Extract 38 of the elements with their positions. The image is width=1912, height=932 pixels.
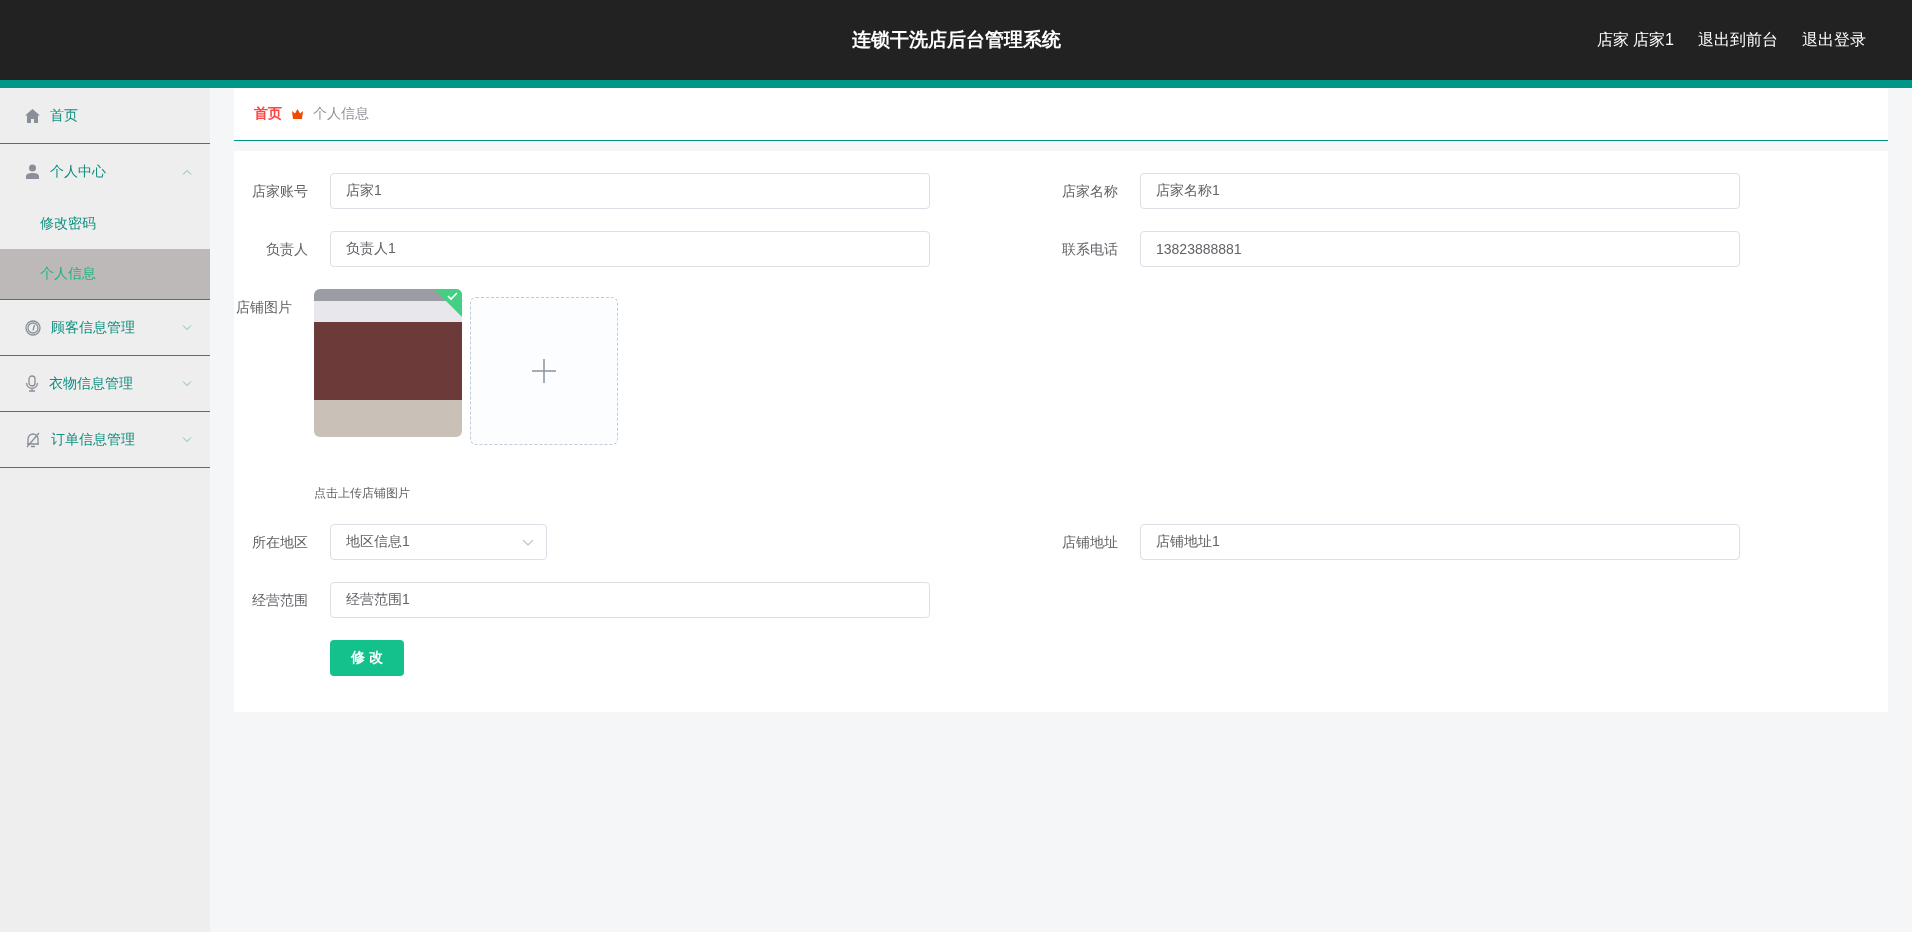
input-field[interactable]: 13823888881: [1140, 231, 1740, 267]
field-label: 所在地区: [251, 533, 309, 552]
input-field[interactable]: 店铺地址1: [1140, 524, 1740, 560]
submenu-item[interactable]: 修改密码: [0, 199, 210, 249]
bell-off-icon: [25, 431, 41, 448]
crown-icon: [292, 109, 303, 119]
field-label: 店家账号: [251, 182, 309, 201]
sidebar-item[interactable]: 订单信息管理: [0, 412, 210, 467]
header-link[interactable]: 退出到前台: [1698, 29, 1778, 51]
breadcrumb-link[interactable]: 首页: [254, 105, 282, 123]
plus-icon: [532, 359, 556, 383]
upload-hint: 点击上传店铺图片: [314, 485, 411, 502]
check-badge-icon: [434, 289, 462, 317]
caret-icon: [522, 538, 534, 546]
user-icon: [25, 164, 40, 179]
input-field[interactable]: 经营范围1: [330, 582, 930, 618]
home-icon: [25, 108, 40, 123]
input-field[interactable]: 店家名称1: [1140, 173, 1740, 209]
microphone-icon: [25, 375, 39, 392]
upload-box[interactable]: [470, 297, 618, 445]
field-label: 负责人: [265, 240, 309, 259]
header-link[interactable]: 店家 店家1: [1596, 29, 1674, 51]
sidebar-item[interactable]: 个人中心: [0, 144, 210, 199]
field-label: 联系电话: [1061, 240, 1119, 259]
app-title: 连锁干洗店后台管理系统: [851, 29, 1061, 50]
field-label: 店铺图片: [235, 298, 293, 317]
gauge-icon: [25, 319, 41, 336]
input-field[interactable]: 负责人1: [330, 231, 930, 267]
sidebar-item[interactable]: 首页: [0, 88, 210, 143]
sidebar-item[interactable]: 衣物信息管理: [0, 356, 210, 411]
field-label: 店铺地址: [1061, 533, 1119, 552]
header-link[interactable]: 退出登录: [1802, 29, 1866, 51]
field-label: 经营范围: [251, 591, 309, 610]
select-field[interactable]: 地区信息1: [330, 524, 547, 560]
sidebar-item[interactable]: 顾客信息管理: [0, 300, 210, 355]
input-field[interactable]: 店家1: [330, 173, 930, 209]
breadcrumb-current: 个人信息: [313, 105, 369, 123]
field-label: 店家名称: [1061, 182, 1119, 201]
